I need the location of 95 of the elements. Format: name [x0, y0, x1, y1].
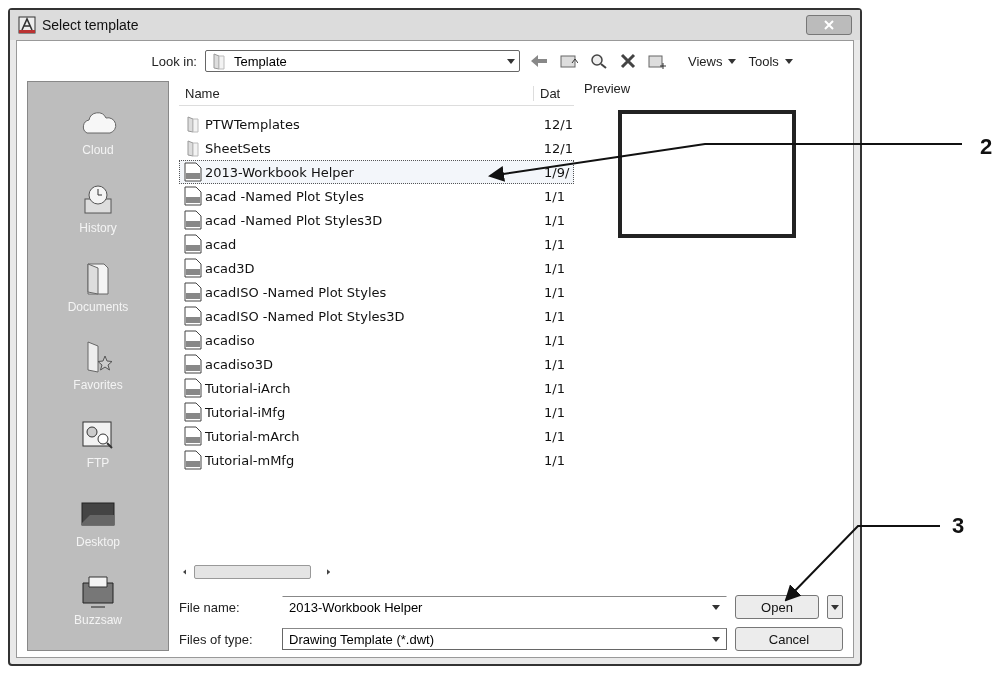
template-file-icon — [184, 426, 202, 446]
file-row[interactable]: 2013-Workbook Helper 1/9/ — [179, 160, 574, 184]
app-icon — [18, 16, 36, 34]
file-date: 1/1 — [543, 284, 565, 300]
file-row[interactable]: acadiso 1/1 — [179, 328, 574, 352]
column-header[interactable]: Dat — [533, 85, 573, 101]
field-label: File name: — [179, 599, 241, 615]
file-date: 1/1 — [543, 332, 565, 348]
file-name: Tutorial-mArch — [205, 428, 300, 444]
field-label: Look in: — [150, 53, 197, 69]
file-date: 1/1 — [543, 404, 565, 420]
open-options-button[interactable] — [827, 595, 843, 619]
open-button[interactable]: Open — [735, 595, 819, 619]
template-file-icon — [184, 306, 202, 326]
scroll-left-icon — [183, 568, 187, 576]
file-date: 1/1 — [543, 188, 565, 204]
search-icon — [590, 53, 608, 69]
template-file-icon — [184, 234, 202, 254]
file-date: 1/1 — [543, 212, 565, 228]
close-button[interactable] — [806, 15, 852, 35]
scroll-right-icon — [326, 568, 330, 576]
tools-menu[interactable]: Tools — [746, 53, 795, 69]
file-date: 1/9/ — [543, 164, 570, 180]
file-name: acadiso — [205, 332, 255, 348]
file-name: 2013-Workbook Helper — [205, 164, 354, 180]
file-row[interactable]: Tutorial-iArch 1/1 — [179, 376, 574, 400]
template-file-icon — [184, 450, 202, 470]
file-name: Tutorial-mMfg — [205, 452, 295, 468]
file-name: acadISO -Named Plot Styles3D — [205, 308, 405, 324]
caret-icon — [831, 604, 839, 610]
callout-number: 3 — [952, 513, 965, 539]
file-row[interactable]: SheetSets 12/1 — [179, 136, 574, 160]
file-date: 1/1 — [543, 308, 565, 324]
delete-icon — [620, 53, 636, 69]
file-date: 1/1 — [543, 428, 565, 444]
file-name: acad — [205, 236, 237, 252]
file-date: 1/1 — [543, 380, 565, 396]
file-name: acadiso3D — [205, 356, 273, 372]
file-row[interactable]: acad 1/1 — [179, 232, 574, 256]
file-row[interactable]: acad -Named Plot Styles 1/1 — [179, 184, 574, 208]
new-folder-icon — [648, 53, 666, 69]
file-name: acad -Named Plot Styles3D — [205, 212, 383, 228]
delete-button[interactable] — [618, 53, 638, 69]
caret-icon — [784, 58, 793, 64]
back-arrow-icon — [530, 54, 548, 68]
file-row[interactable]: Tutorial-mMfg 1/1 — [179, 448, 574, 472]
caret-icon — [712, 604, 720, 610]
template-file-icon — [184, 354, 202, 374]
file-row[interactable]: Tutorial-iMfg 1/1 — [179, 400, 574, 424]
file-name: SheetSets — [205, 140, 271, 156]
caret-icon — [712, 636, 720, 642]
template-file-icon — [184, 258, 202, 278]
template-file-icon — [184, 378, 202, 398]
template-file-icon — [184, 210, 202, 230]
new-folder-button[interactable] — [646, 53, 668, 69]
file-date: 1/1 — [543, 356, 565, 372]
preview-label: Preview — [584, 81, 632, 96]
cancel-button[interactable]: Cancel — [735, 627, 843, 651]
column-header[interactable]: Name — [179, 85, 533, 101]
template-file-icon — [184, 402, 202, 422]
file-row[interactable]: acadiso3D 1/1 — [179, 352, 574, 376]
file-name: acadISO -Named Plot Styles — [205, 284, 387, 300]
look-in-dropdown[interactable]: Template — [205, 50, 520, 72]
scrollbar-thumb[interactable] — [194, 565, 311, 579]
file-name: Tutorial-iArch — [205, 380, 291, 396]
up-folder-button[interactable] — [558, 53, 580, 69]
file-date: 12/1 — [542, 140, 573, 156]
callout-number: 2 — [980, 134, 993, 160]
window-title: Select template — [42, 17, 140, 33]
file-date: 1/1 — [543, 452, 565, 468]
file-name: PTWTemplates — [205, 116, 300, 132]
template-file-icon — [184, 162, 202, 182]
close-icon — [824, 20, 834, 30]
template-file-icon — [184, 186, 202, 206]
file-row[interactable]: PTWTemplates 12/1 — [179, 112, 574, 136]
file-row[interactable]: acadISO -Named Plot Styles 1/1 — [179, 280, 574, 304]
file-row[interactable]: acad -Named Plot Styles3D 1/1 — [179, 208, 574, 232]
field-label: Files of type: — [179, 631, 254, 647]
views-menu[interactable]: Views — [686, 53, 739, 69]
file-name: acad -Named Plot Styles — [205, 188, 364, 204]
file-name-field[interactable]: 2013-Workbook Helper — [282, 596, 727, 618]
file-row[interactable]: acad3D 1/1 — [179, 256, 574, 280]
file-row[interactable]: Tutorial-mArch 1/1 — [179, 424, 574, 448]
file-date: 1/1 — [543, 260, 565, 276]
file-row[interactable]: acadISO -Named Plot Styles3D 1/1 — [179, 304, 574, 328]
caret-icon — [728, 58, 737, 64]
folder-up-icon — [560, 53, 578, 69]
file-name: acad3D — [205, 260, 255, 276]
file-type-dropdown[interactable]: Drawing Template (*.dwt) — [282, 628, 727, 650]
file-date: 1/1 — [543, 236, 565, 252]
file-date: 12/1 — [542, 116, 573, 132]
file-name: Tutorial-iMfg — [205, 404, 286, 420]
template-file-icon — [184, 282, 202, 302]
template-file-icon — [184, 330, 202, 350]
caret-icon — [507, 58, 515, 64]
